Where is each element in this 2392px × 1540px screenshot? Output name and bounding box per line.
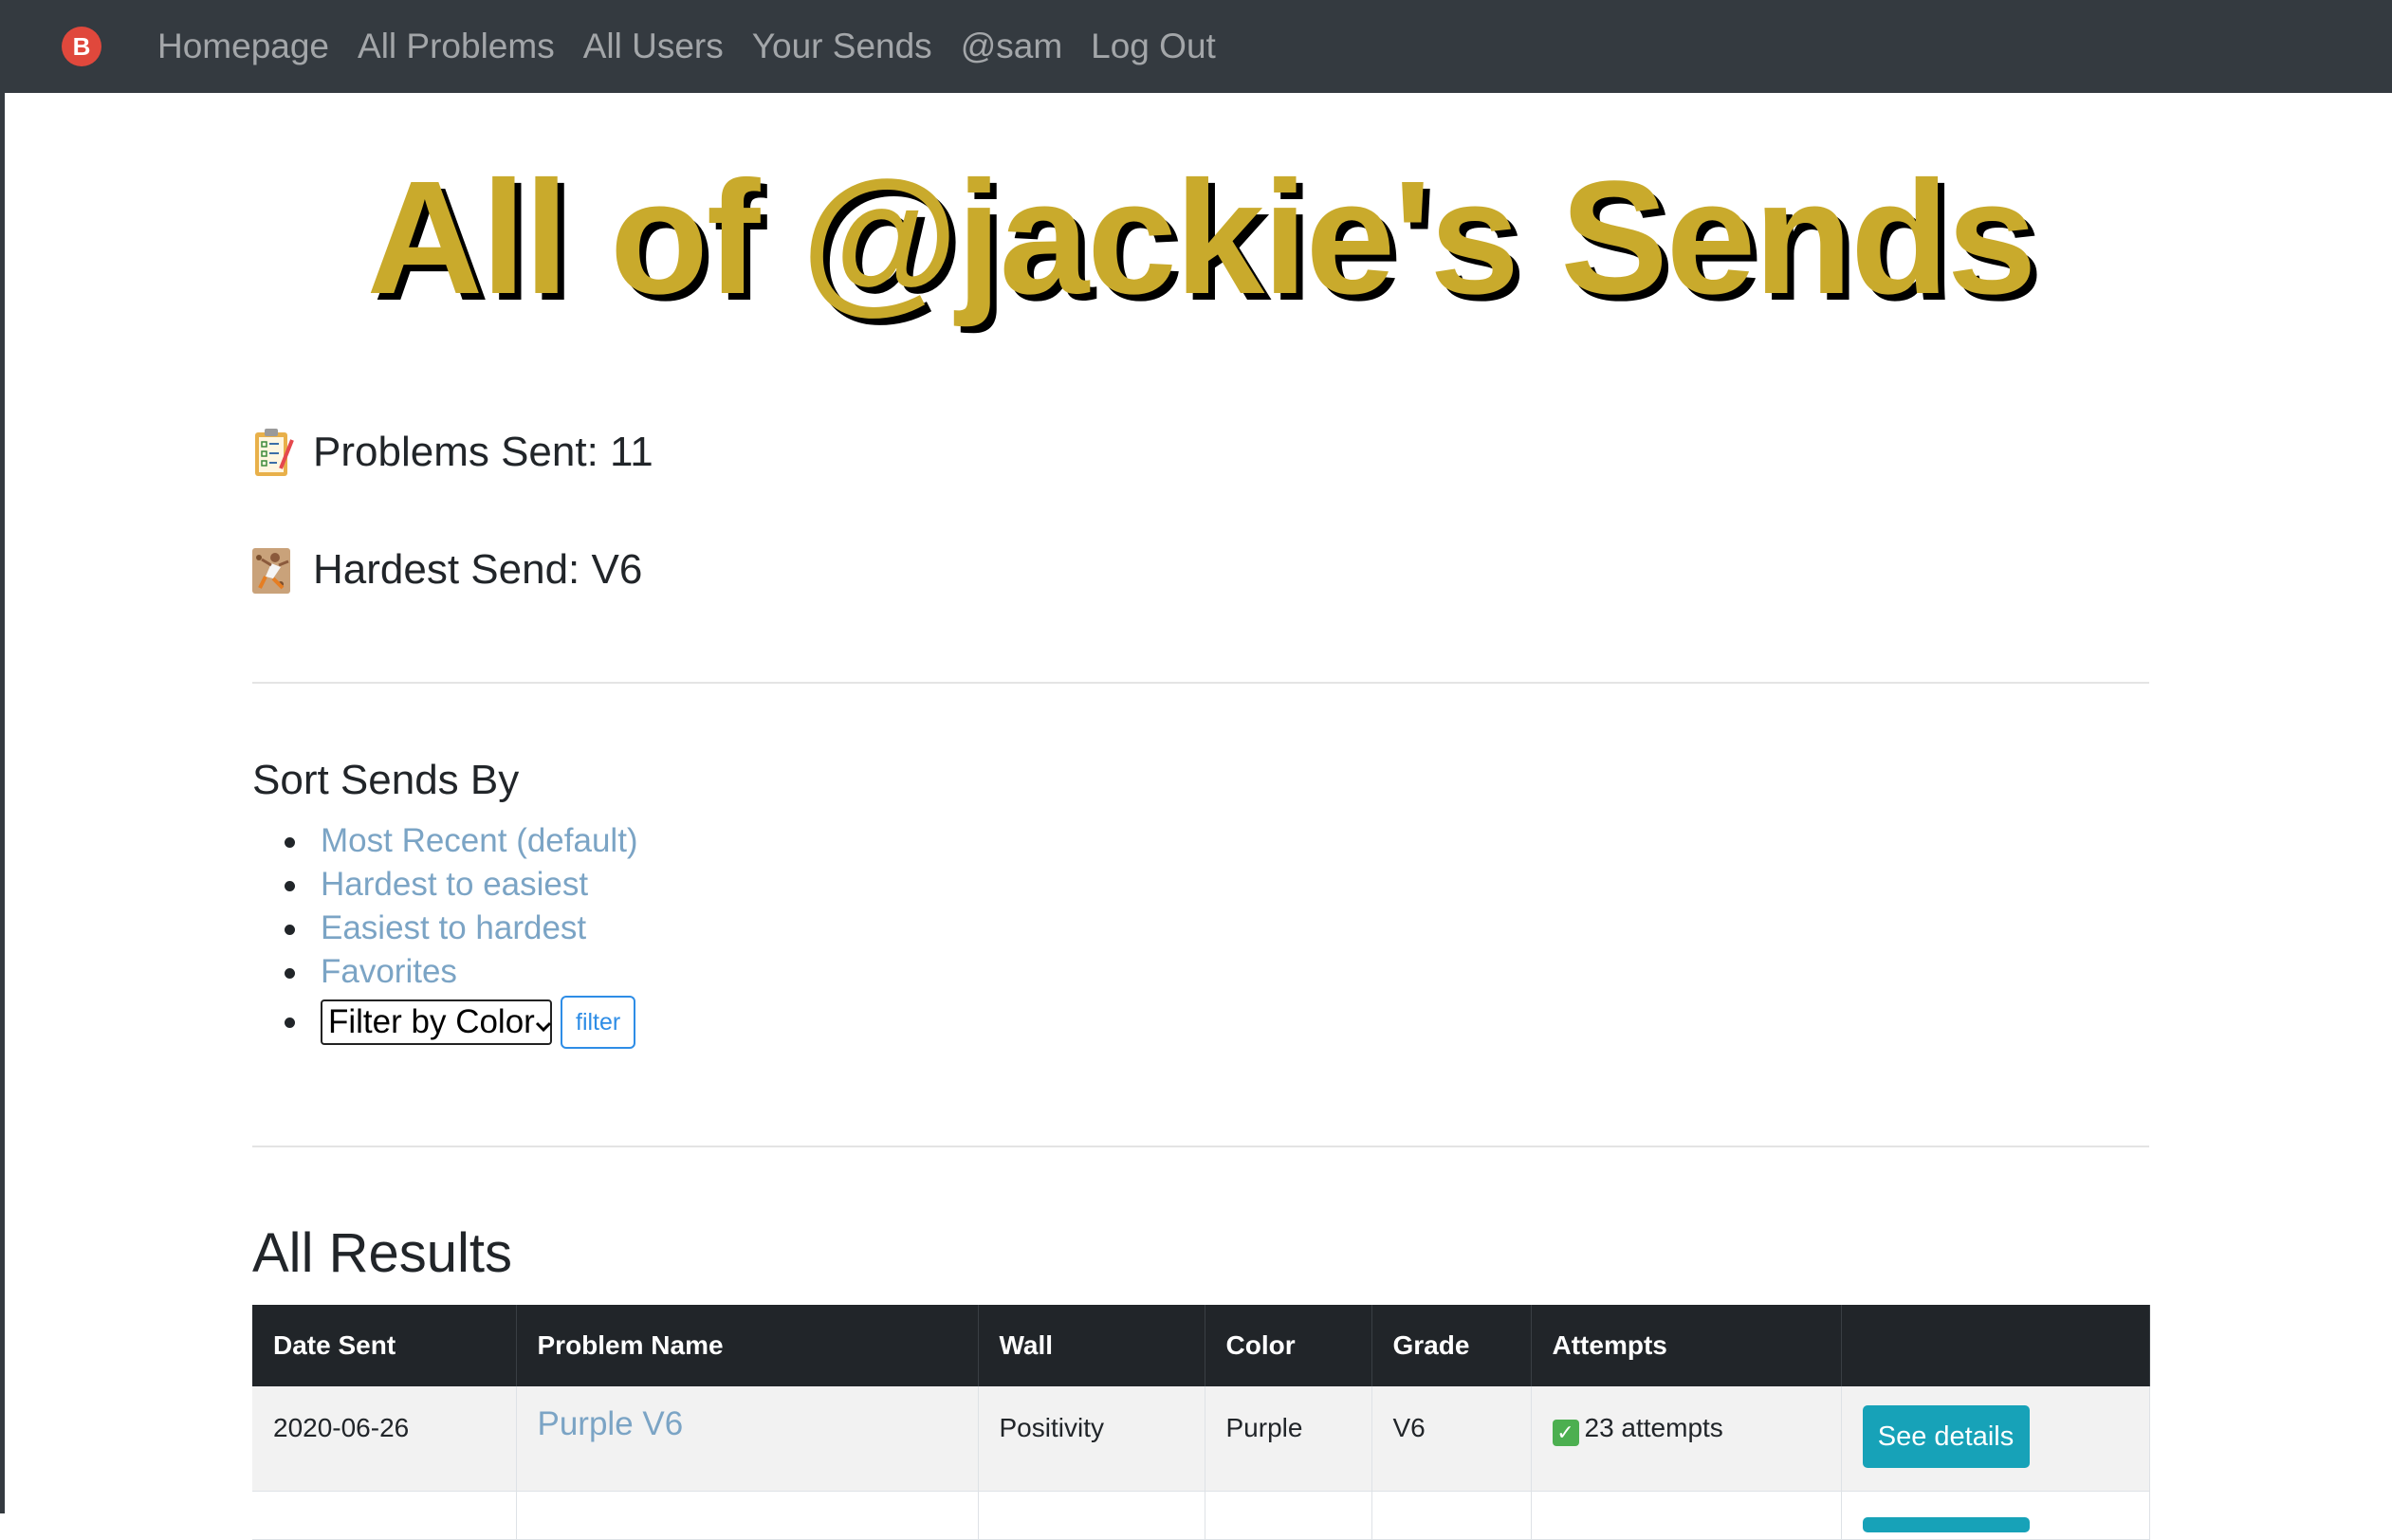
sort-hardest-to-easiest-link[interactable]: Hardest to easiest <box>321 866 588 904</box>
cell-date-sent: 2020-06-26 <box>252 1386 517 1492</box>
sort-options-list: Most Recent (default) Hardest to easiest… <box>252 819 638 1051</box>
problems-sent-text: Problems Sent: 11 <box>313 429 653 475</box>
sort-section-title: Sort Sends By <box>252 757 520 803</box>
column-header-wall: Wall <box>978 1305 1205 1386</box>
see-details-button[interactable] <box>1862 1516 2030 1532</box>
nav-link-all-problems[interactable]: All Problems <box>358 27 555 66</box>
table-row: 2020-06-26 Purple V6 Positivity Purple V… <box>252 1386 2150 1492</box>
nav-link-log-out[interactable]: Log Out <box>1091 27 1216 66</box>
sort-favorites-link[interactable]: Favorites <box>321 953 457 991</box>
color-filter-value: Filter by Color <box>328 1003 535 1040</box>
cell-grade: V6 <box>1371 1386 1532 1492</box>
brand-logo-icon[interactable]: B <box>62 27 101 66</box>
table-cell <box>1205 1491 1372 1540</box>
table-cell <box>516 1491 979 1540</box>
window-left-edge <box>0 0 5 1513</box>
cell-color: Purple <box>1205 1386 1372 1492</box>
nav-link-all-users[interactable]: All Users <box>583 27 724 66</box>
problem-link[interactable]: Purple V6 <box>538 1405 684 1442</box>
list-item: Most Recent (default) <box>252 819 638 863</box>
table-cell <box>978 1491 1205 1540</box>
cell-problem-name: Purple V6 <box>516 1386 979 1492</box>
chevron-down-icon <box>535 1003 552 1041</box>
table-row <box>252 1491 2150 1540</box>
table-cell <box>252 1491 517 1540</box>
check-mark-icon: ✓ <box>1552 1420 1579 1446</box>
list-item: Hardest to easiest <box>252 863 638 907</box>
page-title: All of @jackie's Sends <box>366 148 2037 328</box>
filter-button[interactable]: filter <box>561 996 636 1049</box>
column-header-grade: Grade <box>1371 1305 1532 1386</box>
top-navbar: B Homepage All Problems All Users Your S… <box>0 0 2392 93</box>
color-filter-select[interactable]: Filter by Color <box>321 999 552 1045</box>
sort-easiest-to-hardest-link[interactable]: Easiest to hardest <box>321 909 586 947</box>
column-header-attempts: Attempts <box>1531 1305 1842 1386</box>
column-header-actions <box>1841 1305 2150 1386</box>
see-details-button[interactable]: See details <box>1862 1405 2030 1468</box>
list-item: Easiest to hardest <box>252 907 638 950</box>
clipboard-checklist-icon <box>252 427 296 478</box>
nav-links: Homepage All Problems All Users Your Sen… <box>157 0 1244 93</box>
column-header-color: Color <box>1205 1305 1372 1386</box>
hardest-send-stat: Hardest Send: V6 <box>252 544 642 596</box>
list-item: Favorites <box>252 950 638 994</box>
column-header-date-sent: Date Sent <box>252 1305 517 1386</box>
cell-attempts: ✓ 23 attempts <box>1531 1386 1842 1492</box>
divider <box>252 1146 2149 1147</box>
cell-actions: See details <box>1841 1386 2150 1492</box>
column-header-problem-name: Problem Name <box>516 1305 979 1386</box>
climber-icon <box>252 544 296 596</box>
table-cell <box>1531 1491 1842 1540</box>
list-item: Filter by Color filter <box>252 994 638 1051</box>
problems-sent-stat: Problems Sent: 11 <box>252 427 653 478</box>
results-title: All Results <box>252 1222 512 1284</box>
cell-wall: Positivity <box>978 1386 1205 1492</box>
table-cell <box>1371 1491 1532 1540</box>
table-cell <box>1841 1491 2150 1540</box>
nav-link-homepage[interactable]: Homepage <box>157 27 329 66</box>
nav-link-your-sends[interactable]: Your Sends <box>752 27 932 66</box>
results-table: Date Sent Problem Name Wall Color Grade … <box>252 1305 2150 1540</box>
divider <box>252 682 2149 684</box>
sort-most-recent-link[interactable]: Most Recent (default) <box>321 822 638 860</box>
attempts-text: 23 attempts <box>1584 1413 1723 1442</box>
table-header-row: Date Sent Problem Name Wall Color Grade … <box>252 1305 2150 1386</box>
hardest-send-text: Hardest Send: V6 <box>313 546 643 593</box>
nav-link-profile[interactable]: @sam <box>961 27 1062 66</box>
